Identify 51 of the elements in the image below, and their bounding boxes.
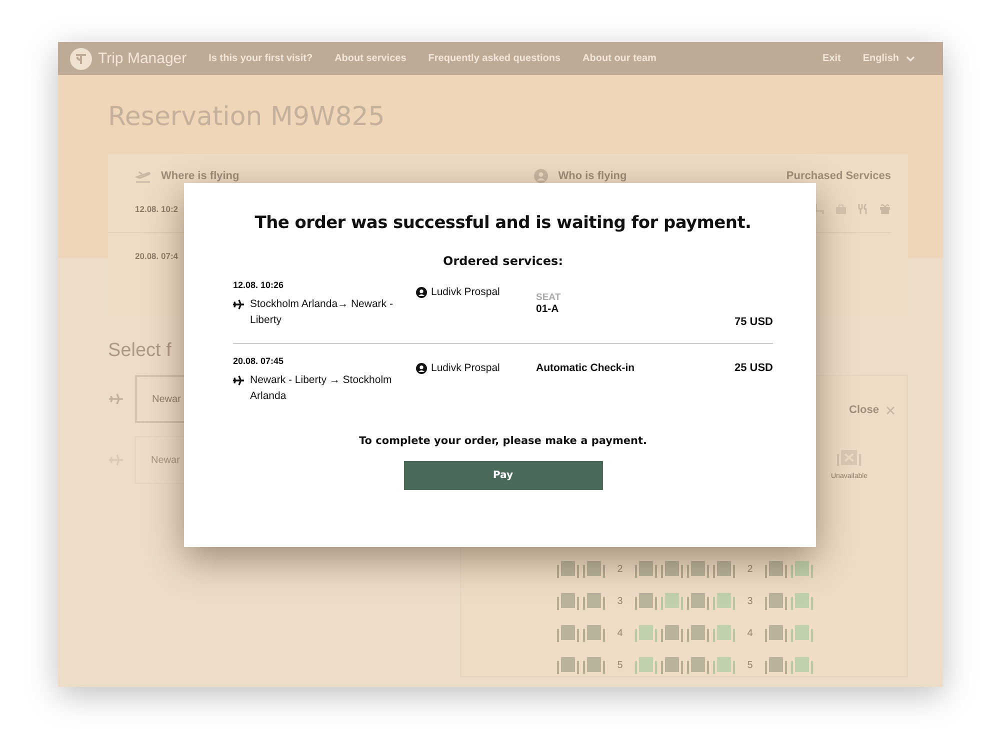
- payment-note: To complete your order, please make a payment.: [358, 435, 648, 447]
- takeoff-icon: [135, 169, 151, 183]
- logo-icon: [70, 48, 92, 70]
- service-category: SEAT: [536, 292, 562, 303]
- service-price: 25 USD: [734, 362, 773, 374]
- flight-datetime: 20.08. 07:45: [233, 356, 285, 366]
- passenger-name: Ludivk Prospal: [431, 362, 500, 374]
- pay-button[interactable]: Pay: [404, 461, 602, 490]
- row-number: 4: [746, 628, 754, 638]
- person-icon: [416, 286, 427, 298]
- plane-icon: [233, 299, 244, 310]
- fork-knife-icon: [857, 203, 869, 215]
- flight-route: Stockholm Arlanda→ Newark - Liberty: [250, 297, 394, 328]
- passenger-name: Ludivk Prospal: [431, 286, 500, 298]
- service-price: 75 USD: [734, 316, 773, 328]
- close-button[interactable]: Close: [849, 404, 895, 416]
- row-number: 3: [746, 596, 754, 606]
- unavailable-seat-icon: [836, 449, 862, 467]
- row-number: 2: [616, 564, 624, 574]
- flight-datetime: 12.08. 10:26: [233, 280, 285, 290]
- flight-time: 12.08. 10:2: [135, 204, 178, 214]
- service-name: Automatic Check-in: [536, 362, 636, 374]
- bag-icon: [835, 203, 847, 215]
- brand-name: Trip Manager: [98, 50, 187, 67]
- nav-link[interactable]: Frequently asked questions: [428, 53, 561, 64]
- close-icon: [886, 406, 895, 414]
- person-icon: [416, 362, 427, 374]
- column-header: Where is flying: [161, 170, 240, 182]
- nav-link[interactable]: About services: [334, 53, 406, 64]
- dialog-title: The order was successful and is waiting for payment.: [254, 213, 752, 233]
- chevron-down-icon: [906, 56, 915, 62]
- row-number: 2: [746, 564, 754, 574]
- dialog-subtitle: Ordered services:: [442, 254, 564, 268]
- column-header: Who is flying: [558, 170, 627, 182]
- section-heading: Select f: [108, 340, 172, 363]
- language-selector[interactable]: English: [862, 53, 915, 64]
- exit-link[interactable]: Exit: [822, 53, 841, 64]
- plane-icon: [108, 391, 124, 407]
- row-number: 3: [616, 596, 624, 606]
- row-number: 5: [746, 660, 754, 670]
- plane-icon: [233, 375, 244, 386]
- flight-route: Newark - Liberty → Stockholm Arlanda: [250, 373, 393, 404]
- nav-link[interactable]: Is this your first visit?: [208, 53, 313, 64]
- row-number: 5: [616, 660, 624, 670]
- service-name: 01-A: [536, 303, 560, 315]
- row-number: 4: [616, 628, 624, 638]
- flight-time: 20.08. 07:4: [135, 251, 178, 261]
- gift-icon: [879, 203, 891, 215]
- column-header: Purchased Services: [786, 170, 891, 182]
- nav-link[interactable]: About our team: [582, 53, 656, 64]
- person-icon: [534, 169, 548, 183]
